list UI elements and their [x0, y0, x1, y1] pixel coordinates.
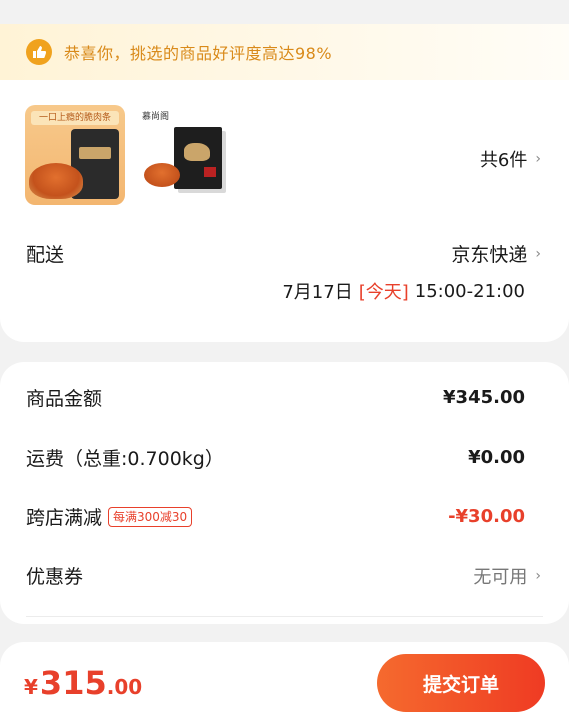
- shipping-value: ¥0.00: [468, 447, 525, 468]
- shipping-label: 运费（总重:0.700kg）: [26, 448, 224, 470]
- product-list[interactable]: 一口上瘾的脆肉条 慕尚阁 共6件 ›: [0, 104, 569, 206]
- product-box: [174, 127, 222, 189]
- shipping-row: 运费（总重:0.700kg） ¥0.00: [26, 444, 525, 471]
- delivery-method-value: 京东快递: [451, 244, 528, 266]
- discount-label-wrap: 跨店满减 每满300减30: [26, 503, 193, 530]
- discount-badge: 每满300减30: [108, 506, 193, 527]
- rating-banner-text: 恭喜你，挑选的商品好评度高达98%: [64, 44, 333, 63]
- goods-amount-value: ¥345.00: [443, 387, 525, 408]
- thumbs-up-icon: [26, 39, 52, 65]
- product-bowl: [29, 163, 83, 199]
- coupon-value-wrap: 无可用 ›: [473, 563, 541, 589]
- total-integer: 315: [39, 664, 107, 702]
- rating-banner: 恭喜你，挑选的商品好评度高达98%: [0, 24, 569, 80]
- total-price: ¥ 315 .00: [24, 664, 142, 702]
- price-card: 商品金额 ¥345.00 运费（总重:0.700kg） ¥0.00 跨店满减 每…: [0, 362, 569, 624]
- product-plate: [144, 163, 180, 187]
- product-image-1[interactable]: 一口上瘾的脆肉条: [25, 105, 125, 205]
- top-strip: [0, 0, 569, 24]
- coupon-label: 优惠券: [26, 566, 84, 588]
- goods-amount-label: 商品金额: [26, 388, 103, 410]
- chevron-right-icon: ›: [535, 151, 541, 167]
- checkout-bar: ¥ 315 .00 提交订单: [0, 642, 569, 717]
- today-tag: [今天]: [358, 282, 409, 303]
- divider: [26, 616, 543, 617]
- product-count-label: 共6件: [479, 150, 528, 171]
- cross-store-discount-row: 跨店满减 每满300减30 -¥30.00: [26, 503, 525, 530]
- delivery-date: 7月17日: [282, 282, 353, 303]
- coupon-row[interactable]: 优惠券 无可用 ›: [26, 562, 541, 589]
- delivery-time-range: 15:00-21:00: [414, 280, 525, 302]
- discount-label: 跨店满减: [26, 507, 103, 529]
- total-decimal: .00: [106, 675, 143, 699]
- delivery-label: 配送: [26, 244, 65, 266]
- delivery-time[interactable]: 7月17日 [今天] 15:00-21:00: [282, 278, 525, 304]
- discount-value: -¥30.00: [448, 506, 525, 527]
- product-image-1-caption: 一口上瘾的脆肉条: [31, 111, 119, 125]
- coupon-value: 无可用: [473, 566, 528, 588]
- product-count[interactable]: 共6件 ›: [480, 146, 541, 172]
- order-card: 恭喜你，挑选的商品好评度高达98% 一口上瘾的脆肉条 慕尚阁 共6件 › 配送 …: [0, 24, 569, 342]
- chevron-right-icon: ›: [535, 245, 541, 262]
- total-currency: ¥: [24, 675, 38, 699]
- product-image-2-brand: 慕尚阁: [142, 112, 170, 122]
- submit-order-button[interactable]: 提交订单: [377, 654, 545, 712]
- goods-amount-row: 商品金额 ¥345.00: [26, 384, 525, 411]
- product-image-2[interactable]: 慕尚阁: [138, 105, 238, 205]
- chevron-right-icon: ›: [535, 567, 541, 584]
- delivery-method-selector[interactable]: 京东快递 ›: [451, 240, 541, 267]
